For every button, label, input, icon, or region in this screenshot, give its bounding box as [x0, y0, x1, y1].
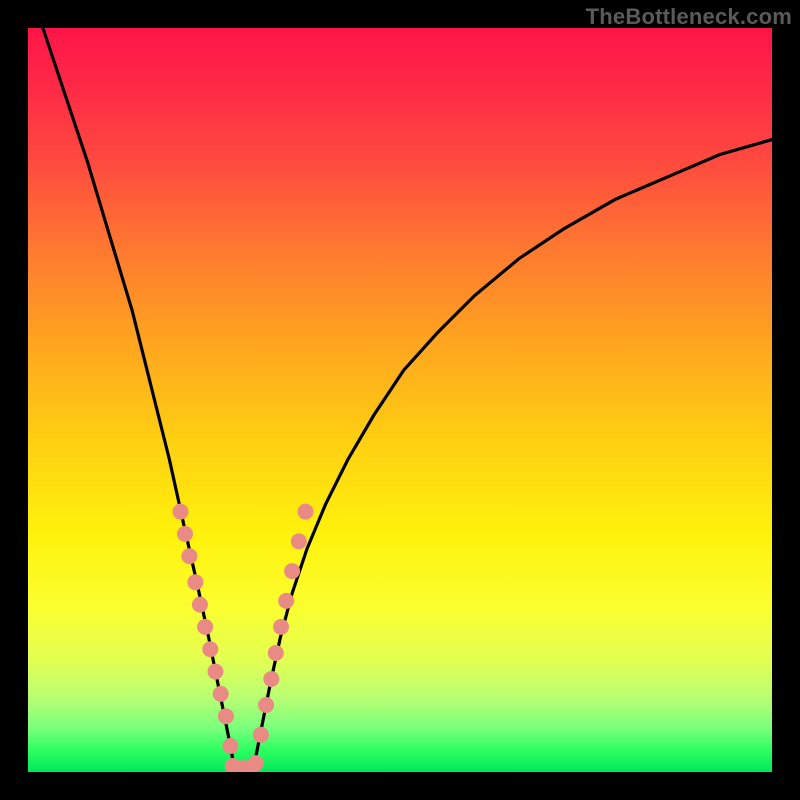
right-curve-path	[253, 140, 772, 772]
data-dot	[187, 574, 203, 590]
data-dot	[263, 671, 279, 687]
data-dot	[213, 686, 229, 702]
data-dot	[208, 664, 224, 680]
plot-area	[28, 28, 772, 772]
data-dot	[181, 548, 197, 564]
data-dot	[222, 738, 238, 754]
data-dot	[298, 504, 314, 520]
data-dot	[218, 708, 234, 724]
left-dot-cluster	[173, 504, 239, 754]
data-dot	[273, 619, 289, 635]
data-dot	[197, 619, 213, 635]
data-dot	[173, 504, 189, 520]
data-dot	[278, 593, 294, 609]
data-dot	[177, 526, 193, 542]
chart-svg	[28, 28, 772, 772]
data-dot	[202, 641, 218, 657]
data-dot	[192, 597, 208, 613]
watermark-text: TheBottleneck.com	[586, 4, 792, 30]
bottom-dot-cluster	[225, 755, 264, 772]
left-curve-path	[43, 28, 235, 772]
right-dot-cluster	[253, 504, 314, 743]
data-dot	[258, 697, 274, 713]
data-dot	[253, 727, 269, 743]
data-dot	[291, 533, 307, 549]
data-dot	[284, 563, 300, 579]
data-dot	[248, 755, 264, 771]
data-dot	[268, 645, 284, 661]
chart-frame: TheBottleneck.com	[0, 0, 800, 800]
